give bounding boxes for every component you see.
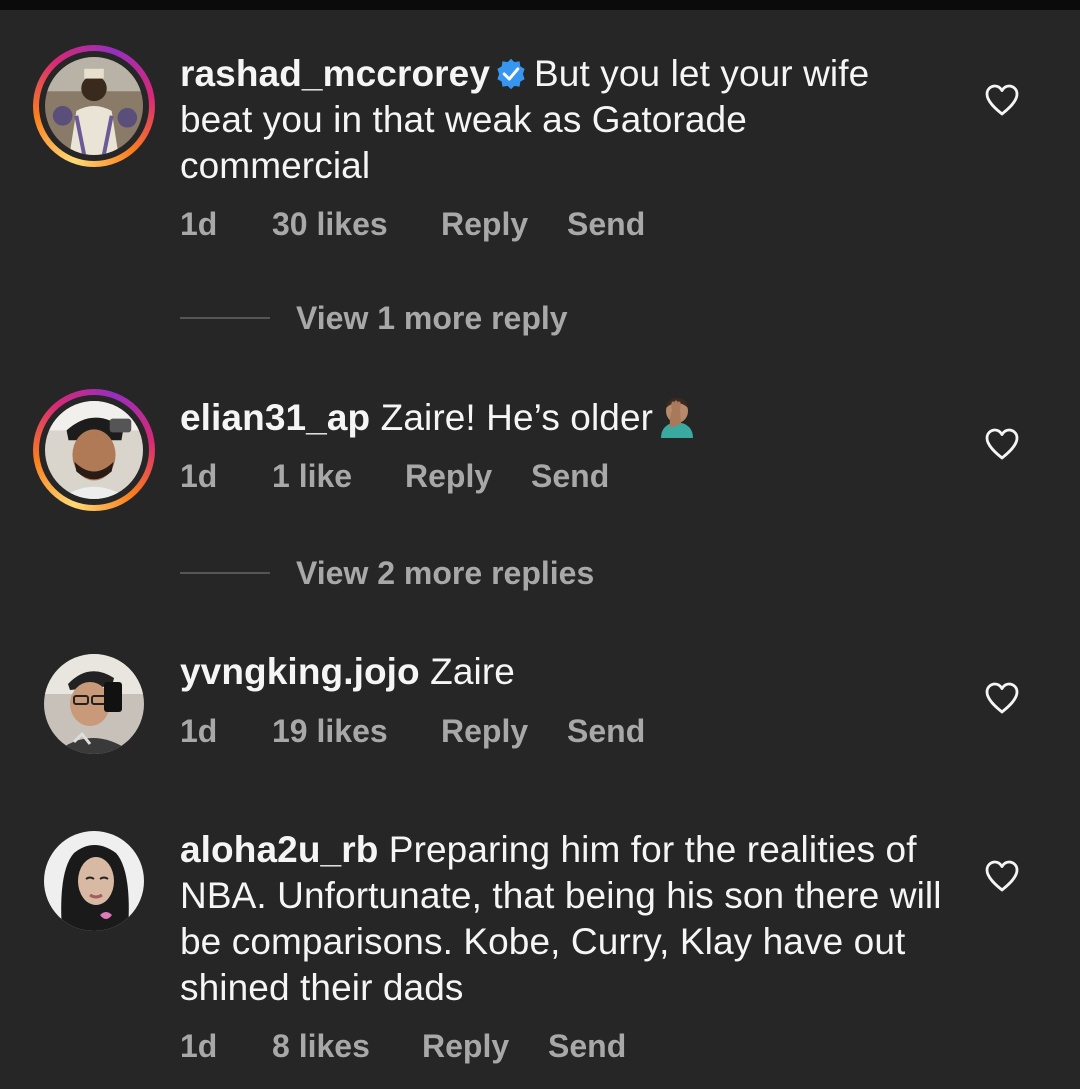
reply-button[interactable]: Reply (422, 1026, 509, 1066)
like-heart-icon[interactable] (984, 427, 1020, 461)
like-heart-icon[interactable] (984, 859, 1020, 893)
avatar (45, 57, 143, 155)
thread-divider-line (180, 317, 270, 319)
send-button[interactable]: Send (531, 456, 609, 496)
view-more-replies-label: View 1 more reply (296, 300, 568, 336)
comment-body: rashad_mccrorey But you let your wife be… (180, 51, 880, 189)
likes-count-link[interactable]: 1 like (272, 456, 352, 496)
send-button[interactable]: Send (548, 1026, 626, 1066)
send-button[interactable]: Send (567, 711, 645, 751)
view-more-replies-label: View 2 more replies (296, 555, 595, 591)
comment-time: 1d (180, 713, 218, 749)
send-button[interactable]: Send (567, 204, 645, 244)
comment-body: elian31_ap Zaire! He’s older (180, 394, 940, 441)
avatar-story-ring[interactable] (33, 389, 155, 511)
avatar-story-ring[interactable] (33, 45, 155, 167)
top-status-edge (0, 0, 1080, 10)
comment-body: yvngking.jojo Zaire (180, 649, 880, 695)
comment-body: aloha2u_rb Preparing him for the realiti… (180, 827, 950, 1011)
comment-username[interactable]: elian31_ap (180, 397, 370, 438)
comment-time: 1d (180, 1028, 218, 1064)
comment-time: 1d (180, 206, 218, 242)
view-more-replies-button[interactable]: View 2 more replies (180, 553, 780, 593)
avatar-image (44, 831, 144, 931)
likes-count-link[interactable]: 8 likes (272, 1026, 370, 1066)
likes-count-link[interactable]: 19 likes (272, 711, 388, 751)
comment-username[interactable]: yvngking.jojo (180, 651, 420, 692)
avatar-image (44, 654, 144, 754)
avatar-button[interactable] (44, 831, 144, 931)
comment-time: 1d (180, 458, 218, 494)
avatar (45, 401, 143, 499)
avatar (44, 831, 144, 931)
reply-button[interactable]: Reply (441, 204, 528, 244)
verified-badge-icon (497, 58, 525, 90)
thread-divider-line (180, 572, 270, 574)
comment-text: Zaire! He’s older (380, 397, 654, 438)
likes-count-link[interactable]: 30 likes (272, 204, 388, 244)
comment-username[interactable]: aloha2u_rb (180, 829, 378, 870)
reply-button[interactable]: Reply (441, 711, 528, 751)
avatar-button[interactable] (44, 654, 144, 754)
reply-button[interactable]: Reply (405, 456, 492, 496)
comment-username[interactable]: rashad_mccrorey (180, 53, 490, 94)
avatar-image (45, 401, 143, 499)
man-facepalming-icon (661, 398, 694, 438)
avatar (44, 654, 144, 754)
avatar-image (45, 57, 143, 155)
like-heart-icon[interactable] (984, 83, 1020, 117)
like-heart-icon[interactable] (984, 681, 1020, 715)
view-more-replies-button[interactable]: View 1 more reply (180, 298, 780, 338)
comment-text: Zaire (430, 651, 515, 692)
